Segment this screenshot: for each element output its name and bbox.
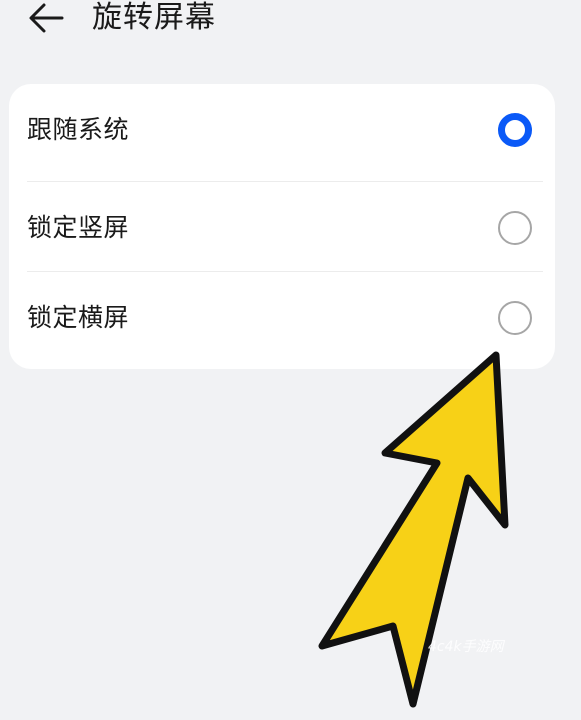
radio-unselected-icon[interactable] xyxy=(498,211,532,245)
radio-unselected-icon[interactable] xyxy=(498,301,532,335)
page-title: 旋转屏幕 xyxy=(92,0,216,35)
option-lock-landscape[interactable]: 锁定横屏 xyxy=(9,272,555,364)
option-lock-portrait[interactable]: 锁定竖屏 xyxy=(9,182,555,274)
rotation-options-card: 跟随系统 锁定竖屏 锁定横屏 xyxy=(9,84,555,369)
arrow-left-icon xyxy=(29,3,64,33)
watermark: 4c4k手游网 xyxy=(428,639,504,655)
header: 旋转屏幕 xyxy=(0,0,581,50)
option-label: 锁定横屏 xyxy=(27,303,130,332)
option-label: 锁定竖屏 xyxy=(27,213,130,242)
rotate-screen-page: 旋转屏幕 跟随系统 锁定竖屏 锁定横屏 4c4k手游网 xyxy=(0,0,581,720)
option-label: 跟随系统 xyxy=(27,115,130,144)
option-follow-system[interactable]: 跟随系统 xyxy=(9,84,555,176)
radio-selected-icon[interactable] xyxy=(498,113,532,147)
back-button[interactable] xyxy=(26,0,66,36)
